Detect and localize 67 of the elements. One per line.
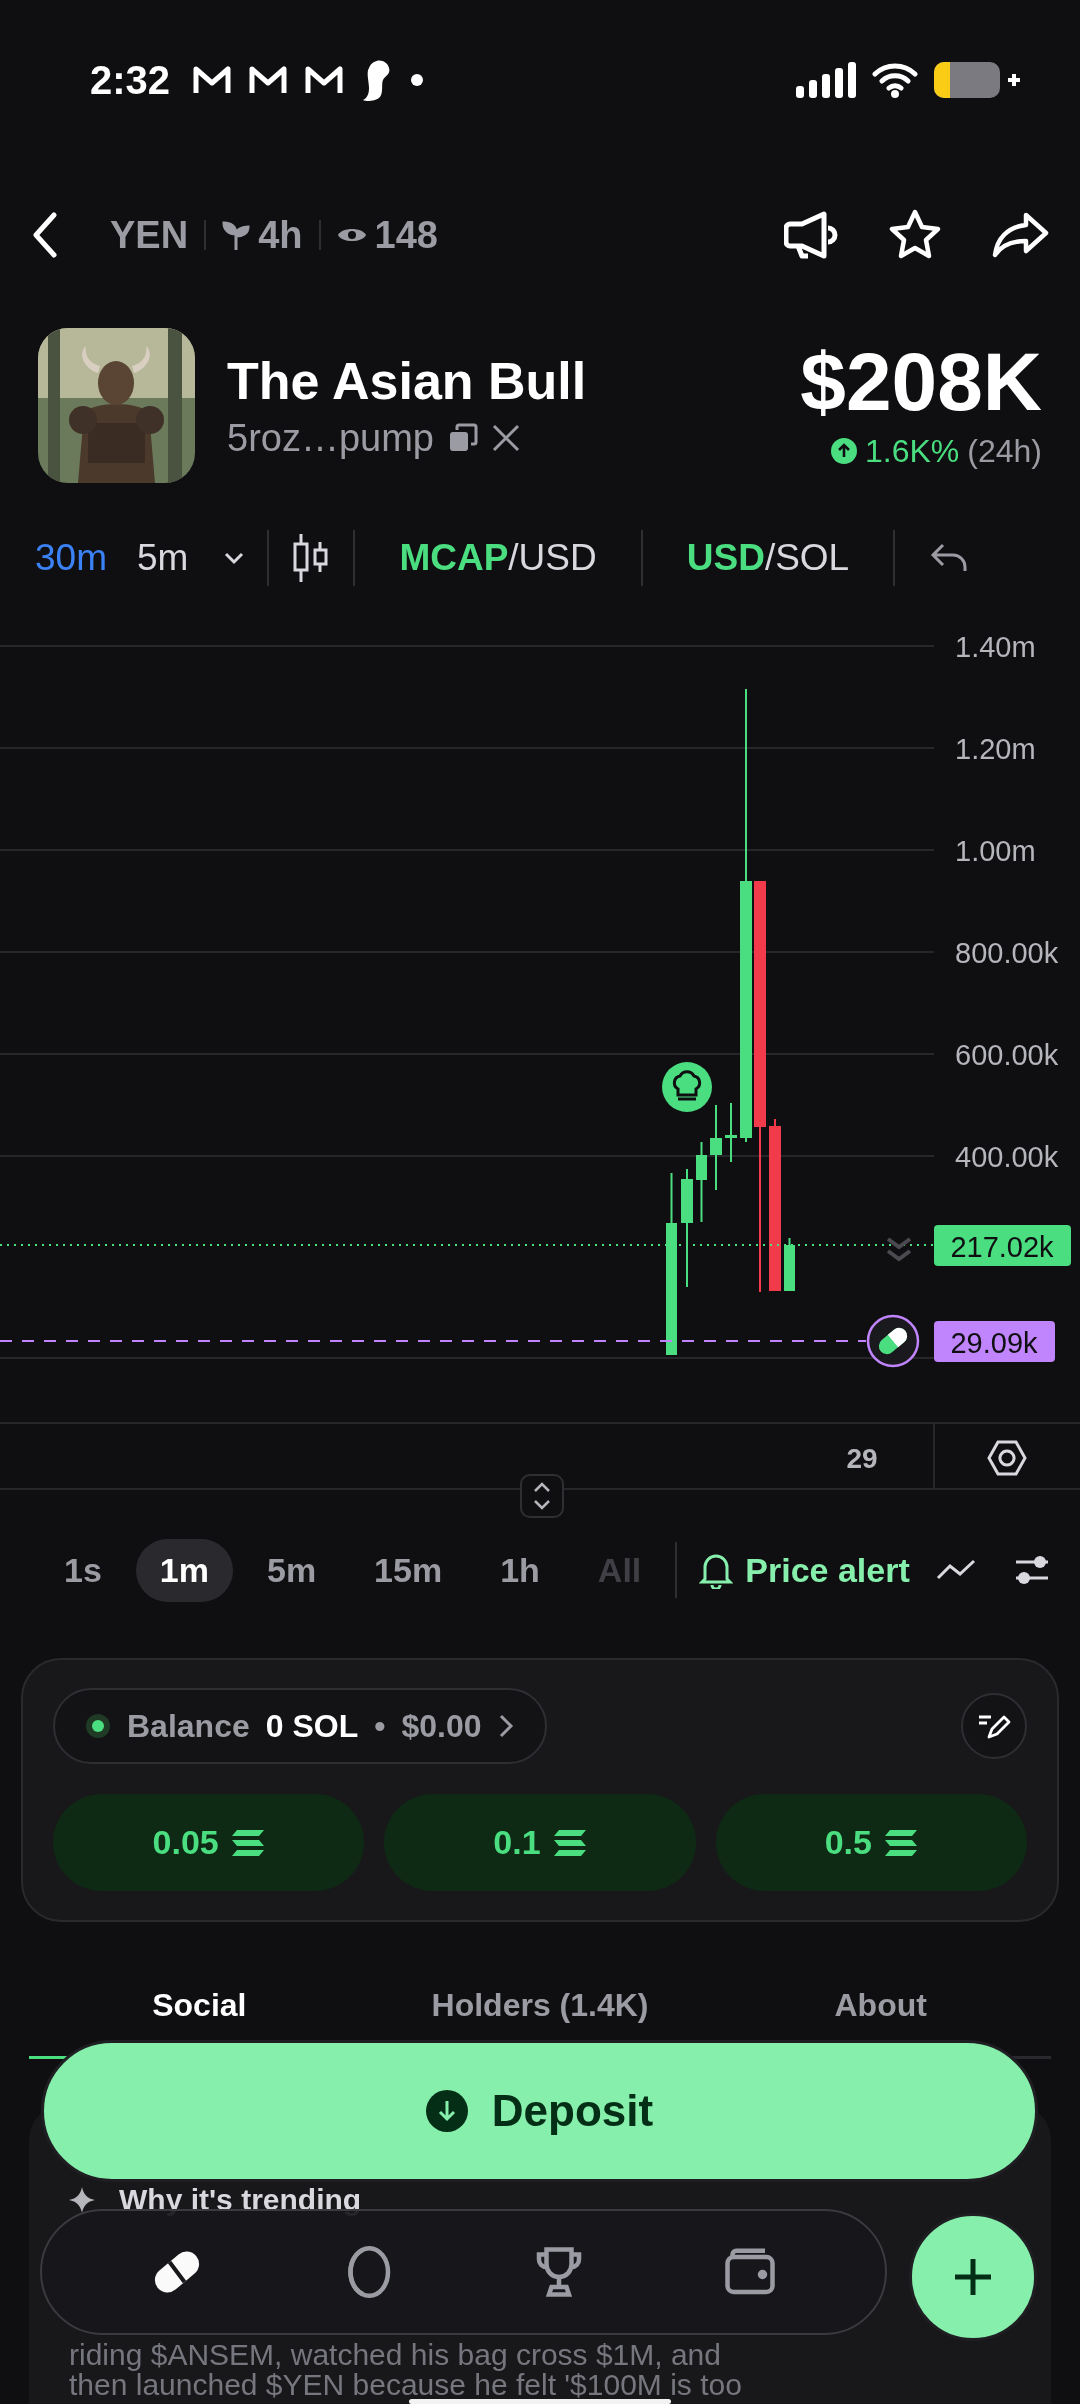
timeframe-tab[interactable]: 15m <box>350 1538 467 1602</box>
solana-icon <box>230 1828 265 1857</box>
axis-label: 1.00m <box>955 835 1036 867</box>
sprout-icon <box>222 220 251 250</box>
dot-icon <box>410 73 425 87</box>
chevron-right-icon <box>497 1712 516 1740</box>
axis-label: 29 <box>846 1443 878 1474</box>
star-icon[interactable] <box>888 209 942 261</box>
arrow-down-icon <box>425 2090 468 2132</box>
section-tab[interactable]: Social <box>29 1974 370 2036</box>
axis-label: 400.00k <box>955 1141 1059 1173</box>
quick-buy-button[interactable]: 0.5 <box>715 1794 1027 1891</box>
quick-buy-button[interactable]: 0.1 <box>384 1794 696 1891</box>
x-logo-icon[interactable] <box>492 424 520 452</box>
timeframe-tab[interactable]: 5m <box>242 1538 341 1602</box>
price-alert-button[interactable]: Price alert <box>689 1550 920 1590</box>
timeframe-tab[interactable]: 1s <box>40 1538 126 1602</box>
resize-handle[interactable] <box>520 1474 564 1518</box>
interval-tab[interactable]: 5m <box>122 536 204 579</box>
token-age: 4h <box>258 213 303 257</box>
timeframe-tab[interactable]: 1m <box>135 1538 233 1602</box>
settings-icon[interactable] <box>987 1440 1027 1476</box>
back-icon[interactable] <box>30 211 60 259</box>
token-ticker: YEN <box>110 213 189 257</box>
price-label: 29.09k <box>934 1321 1055 1362</box>
sliders-icon[interactable] <box>1014 1553 1050 1587</box>
quick-buy-button[interactable]: 0.05 <box>53 1794 365 1891</box>
chevron-down-icon[interactable] <box>223 550 246 565</box>
solana-icon <box>883 1828 918 1857</box>
plus-icon <box>952 2256 994 2298</box>
trending-text: then launched $YEN because he felt '$100M is too <box>69 2370 743 2400</box>
sparkle-icon <box>69 2187 95 2213</box>
interval-tab[interactable]: 30m <box>20 536 122 579</box>
arrow-up-icon <box>831 438 857 464</box>
megaphone-icon[interactable] <box>784 210 838 260</box>
section-tab[interactable]: Holders (1.4K) <box>369 1974 711 2036</box>
trend-line-icon[interactable] <box>936 1558 976 1582</box>
token-name: The Asian Bull <box>227 350 587 411</box>
price-label: 217.02k <box>934 1225 1071 1266</box>
view-count: 148 <box>374 213 438 257</box>
section-tab[interactable]: About <box>710 1974 1051 2036</box>
change-period: (24h) <box>967 432 1042 470</box>
chef-hat-icon[interactable] <box>662 1062 712 1112</box>
share-icon[interactable] <box>992 211 1050 259</box>
contract-address: 5roz…pump <box>227 416 434 460</box>
axis-label: 1.40m <box>955 631 1036 663</box>
axis-label: 1.20m <box>955 733 1036 765</box>
solana-icon <box>552 1828 587 1857</box>
axis-label: 800.00k <box>955 937 1059 969</box>
price-change: 1.6K% <box>865 432 960 470</box>
battery-icon <box>934 60 1020 100</box>
pill-icon[interactable] <box>866 1314 920 1368</box>
balance-button[interactable]: Balance 0 SOL • $0.00 <box>53 1688 548 1764</box>
pair-toggle[interactable]: USD/SOL <box>664 536 872 579</box>
copy-icon[interactable] <box>448 423 478 453</box>
trending-text: riding $ANSEM, watched his bag cross $1M, and <box>69 2340 722 2370</box>
signal-icon <box>796 62 856 98</box>
clock: 2:32 <box>90 57 171 103</box>
market-cap: $208K <box>800 340 1042 423</box>
candle <box>784 1237 795 1292</box>
status-dot-icon <box>85 1713 111 1739</box>
deposit-button[interactable]: Deposit <box>41 2040 1038 2182</box>
wifi-icon <box>872 62 918 98</box>
axis-label: 600.00k <box>955 1039 1059 1071</box>
timeframe-tab[interactable]: 1h <box>476 1538 564 1602</box>
pair-toggle[interactable]: MCAP/USD <box>377 536 619 579</box>
candle <box>725 1102 737 1163</box>
